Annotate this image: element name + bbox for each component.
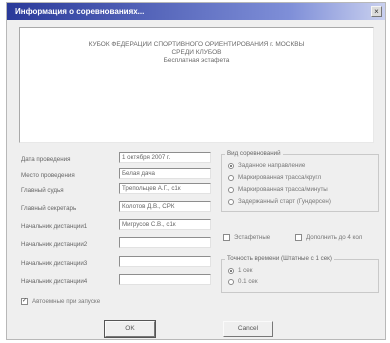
chief-secretary-label: Главный секретарь (21, 205, 77, 212)
header-line-3: Бесплатная эстафета (163, 57, 230, 64)
relay-label: Эстафетные (234, 234, 271, 241)
precision-group: Точность времени (Штатные с 1 сек) 1 сек… (221, 255, 379, 293)
type-option-label: Маркированная трасса/минуты (238, 186, 328, 193)
header-line-1: КУБОК ФЕДЕРАЦИИ СПОРТИВНОГО ОРИЕНТИРОВАН… (88, 41, 305, 48)
type-option-1[interactable]: Маркированная трасса/кругл (228, 174, 321, 181)
info-dialog: Информация о соревнованиях... × КУБОК ФЕ… (6, 2, 386, 340)
extra-label: Дополнить до 4 кол (306, 234, 363, 241)
type-option-label: Маркированная трасса/кругл (238, 174, 322, 181)
cancel-button[interactable]: Cancel (223, 321, 273, 337)
type-option-label: Задержанный старт (Гундерсен) (238, 198, 331, 205)
competition-title-textarea[interactable]: КУБОК ФЕДЕРАЦИИ СПОРТИВНОГО ОРИЕНТИРОВАН… (19, 27, 374, 143)
place-field[interactable]: Белая дача (119, 168, 211, 179)
competition-type-group: Вид соревнований Заданное направление Ма… (221, 150, 379, 212)
autostart-checkbox[interactable]: ✓ (21, 298, 28, 305)
dist1-field[interactable]: Мигрусов С.В., с1к (119, 219, 211, 230)
type-option-0[interactable]: Заданное направление (228, 162, 305, 169)
radio-button[interactable] (228, 198, 234, 205)
radio-button[interactable] (228, 174, 234, 181)
precision-option-0[interactable]: 1 сек (228, 267, 252, 274)
type-option-label: Заданное направление (238, 162, 306, 169)
dist2-field[interactable] (119, 237, 211, 248)
precision-title: Точность времени (Штатные с 1 сек) (225, 255, 334, 262)
competition-type-title: Вид соревнований (225, 150, 283, 157)
dist3-label: Начальник дистанции3 (21, 260, 88, 267)
autostart-checkbox-row[interactable]: ✓ Автоемные при запуске (21, 298, 100, 305)
chief-judge-label: Главный судья (21, 187, 64, 194)
dist1-label: Начальник дистанции1 (21, 223, 88, 230)
dist2-label: Начальник дистанции2 (21, 241, 88, 248)
header-line-2: СРЕДИ КЛУБОВ (171, 49, 222, 56)
relay-checkbox[interactable] (223, 234, 230, 241)
type-option-2[interactable]: Маркированная трасса/минуты (228, 186, 328, 193)
date-field[interactable]: 1 октября 2007 г. (119, 152, 211, 163)
check-icon: ✓ (22, 298, 28, 304)
precision-option-1[interactable]: 0.1 сек (228, 278, 258, 285)
chief-secretary-field[interactable]: Колотов Д.В., СРК (119, 201, 211, 212)
chief-judge-field[interactable]: Трепольцев А.Г., с1к (119, 183, 211, 194)
type-option-3[interactable]: Задержанный старт (Гундерсен) (228, 198, 331, 205)
ok-button[interactable]: OK (104, 320, 156, 338)
close-button[interactable]: × (371, 6, 382, 17)
dist4-label: Начальник дистанции4 (21, 278, 88, 285)
title-bar[interactable]: Информация о соревнованиях... × (7, 3, 385, 20)
relay-checkbox-row[interactable]: Эстафетные (223, 234, 270, 241)
precision-option-label: 1 сек (238, 267, 253, 274)
dist3-field[interactable] (119, 256, 211, 267)
autostart-label: Автоемные при запуске (32, 298, 101, 305)
place-label: Место проведения (21, 172, 75, 179)
precision-option-label: 0.1 сек (238, 278, 258, 285)
date-label: Дата проведения (21, 156, 71, 163)
dialog-title: Информация о соревнованиях... (15, 7, 145, 16)
dist4-field[interactable] (119, 274, 211, 285)
radio-button[interactable] (228, 186, 234, 193)
extra-checkbox[interactable] (295, 234, 302, 241)
extra-checkbox-row[interactable]: Дополнить до 4 кол (295, 234, 362, 241)
close-icon: × (374, 7, 379, 16)
radio-button[interactable] (228, 267, 234, 274)
radio-button[interactable] (228, 162, 234, 169)
radio-button[interactable] (228, 278, 234, 285)
